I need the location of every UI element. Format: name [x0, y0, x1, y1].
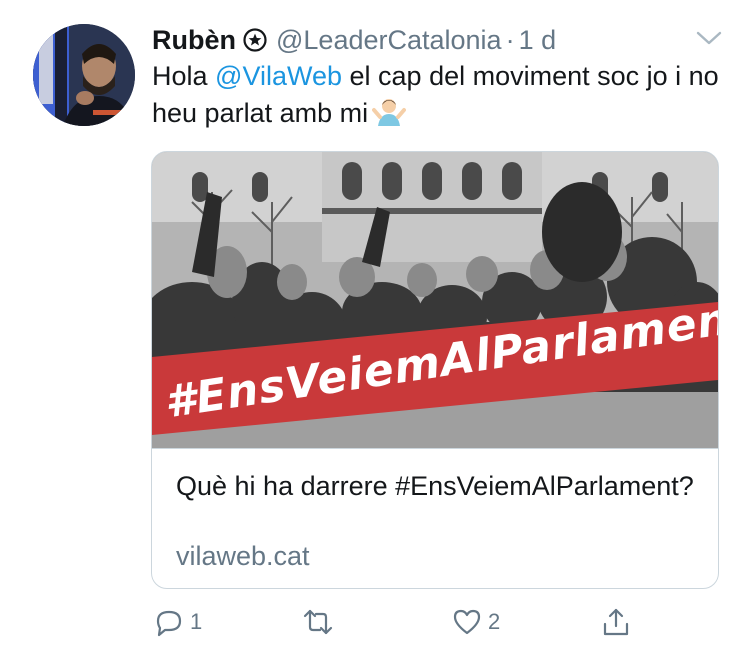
share-button[interactable]	[601, 600, 631, 644]
tweet-timestamp[interactable]: 1 d	[519, 25, 557, 56]
like-count: 2	[488, 609, 501, 634]
reply-icon	[154, 607, 184, 637]
card-body: Què hi ha darrere #EnsVeiemAlParlament? …	[152, 448, 718, 588]
card-image: #EnsVeiemAlParlament	[152, 152, 718, 448]
star-badge-icon	[243, 28, 267, 52]
tweet-text: Hola @VilaWeb el cap del moviment soc jo…	[152, 58, 722, 132]
reply-button[interactable]: 1	[154, 600, 202, 644]
share-icon	[601, 607, 631, 637]
card-title[interactable]: Què hi ha darrere #EnsVeiemAlParlament?	[176, 469, 696, 504]
retweet-button[interactable]	[303, 600, 339, 644]
heart-icon	[452, 607, 482, 637]
like-button[interactable]: 2	[452, 600, 500, 644]
mention-link[interactable]: @VilaWeb	[215, 61, 342, 91]
card-domain: vilaweb.cat	[176, 541, 310, 571]
link-card[interactable]: #EnsVeiemAlParlament Què hi ha darrere #…	[151, 151, 719, 589]
chevron-down-icon[interactable]	[695, 27, 723, 49]
author-avatar[interactable]	[33, 24, 135, 126]
tweet-actions: 1 2	[0, 600, 750, 644]
author-name[interactable]: Rubèn	[152, 25, 236, 56]
person-shrugging-emoji	[372, 96, 407, 126]
author-handle[interactable]: @LeaderCatalonia	[276, 25, 502, 56]
reply-count: 1	[190, 609, 203, 634]
tweet[interactable]: Rubèn @LeaderCatalonia · 1 d Hola @VilaW…	[0, 0, 750, 653]
tweet-header: Rubèn @LeaderCatalonia · 1 d	[152, 22, 556, 58]
header-separator: ·	[505, 24, 515, 55]
avatar-image	[33, 24, 135, 126]
tweet-text-prefix: Hola	[152, 61, 216, 91]
retweet-icon	[303, 607, 333, 637]
